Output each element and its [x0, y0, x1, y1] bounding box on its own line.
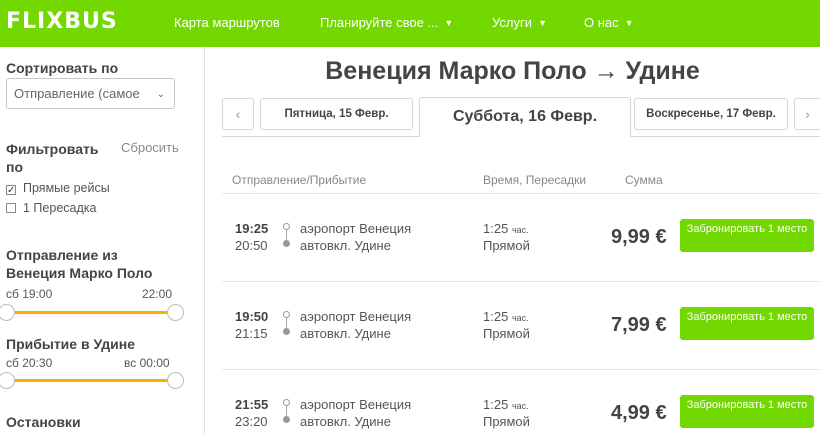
- check-icon: ✓: [7, 185, 16, 196]
- transfer-info: Прямой: [483, 414, 530, 429]
- arrival-station: автовкл. Удине: [300, 326, 391, 341]
- filter-direct[interactable]: ✓ Прямые рейсы: [6, 181, 110, 196]
- route-line: [286, 230, 287, 240]
- date-tab-active-label: Суббота, 16 Февр.: [452, 108, 598, 125]
- arrival-station: автовкл. Удине: [300, 414, 391, 429]
- duration-unit: час.: [511, 313, 529, 323]
- chevron-right-icon: ›: [805, 106, 810, 122]
- nav-route-map-label: Карта маршрутов: [174, 15, 280, 30]
- departure-time: 19:25: [235, 221, 269, 236]
- chevron-down-icon: ▼: [444, 18, 454, 28]
- duration-unit: час.: [511, 401, 529, 411]
- stops-heading: Остановки: [6, 414, 81, 430]
- chevron-left-icon: ‹: [235, 106, 241, 122]
- trip-duration: 1:25 час.: [483, 221, 529, 236]
- nav-plan-trip-label: Планируйте свое ...: [320, 15, 439, 30]
- ride-row[interactable]: 19:25 20:50 аэропорт Венеция автовкл. Уд…: [222, 193, 820, 281]
- date-tab-next-label: Воскресенье, 17 Февр.: [646, 108, 776, 120]
- date-tab-prev-label: Пятница, 15 Февр.: [284, 108, 389, 120]
- arrival-heading: Прибытие в Удине: [6, 336, 136, 352]
- nav-route-map[interactable]: Карта маршрутов: [174, 15, 280, 30]
- checkbox-checked[interactable]: ✓: [6, 185, 16, 196]
- ride-price: 9,99 €: [611, 226, 667, 248]
- transfer-info: Прямой: [483, 238, 530, 253]
- route-start-dot-icon: [283, 311, 290, 318]
- transfer-info: Прямой: [483, 326, 530, 341]
- arrival-station: автовкл. Удине: [300, 238, 391, 253]
- duration-unit: час.: [511, 225, 529, 235]
- page-title: Венеция Марко Поло → Удине: [325, 57, 700, 85]
- book-button[interactable]: Забронировать 1 место: [680, 219, 814, 252]
- arrival-max: вс 00:00: [124, 356, 170, 370]
- route-end-dot-icon: [283, 328, 290, 335]
- route-start-dot-icon: [283, 399, 290, 406]
- ride-row[interactable]: 21:55 23:20 аэропорт Венеция автовкл. Уд…: [222, 369, 820, 435]
- filter-direct-label: Прямые рейсы: [23, 181, 110, 195]
- nav-services[interactable]: Услуги ▼: [492, 15, 547, 30]
- arrival-min: сб 20:30: [6, 356, 53, 370]
- arrival-slider-min-handle[interactable]: [0, 372, 15, 389]
- nav-services-label: Услуги: [492, 15, 532, 30]
- active-tab-gap: [420, 136, 630, 137]
- book-button[interactable]: Забронировать 1 место: [680, 307, 814, 340]
- filter-one-transfer-label: 1 Пересадка: [23, 201, 97, 215]
- nav-plan-trip[interactable]: Планируйте свое ... ▼: [320, 15, 453, 30]
- top-header: FLIXBUS Карта маршрутов Планируйте свое …: [0, 0, 820, 47]
- departure-slider-min-handle[interactable]: [0, 304, 15, 321]
- chevron-down-icon: ⌄: [156, 89, 165, 100]
- chevron-down-icon: ▼: [537, 18, 547, 28]
- reset-filters-link[interactable]: Сбросить: [121, 140, 179, 155]
- filter-one-transfer[interactable]: 1 Пересадка: [6, 201, 96, 215]
- column-header-time: Время, Пересадки: [483, 173, 587, 187]
- flixbus-logo[interactable]: FLIXBUS: [6, 9, 118, 34]
- departure-time: 19:50: [235, 309, 269, 324]
- sort-select[interactable]: Отправление (самое ⌄: [6, 78, 175, 109]
- departure-min: сб 19:00: [6, 287, 53, 301]
- departure-station: аэропорт Венеция: [300, 309, 412, 324]
- departure-slider-track[interactable]: [6, 311, 176, 314]
- book-button[interactable]: Забронировать 1 место: [680, 395, 814, 428]
- arrival-time: 21:15: [235, 326, 268, 341]
- ride-row[interactable]: 19:50 21:15 аэропорт Венеция автовкл. Уд…: [222, 281, 820, 369]
- route-line: [286, 406, 287, 416]
- departure-station: аэропорт Венеция: [300, 397, 412, 412]
- column-header-price: Сумма: [625, 173, 663, 187]
- duration-value: 1:25: [483, 309, 509, 324]
- route-start-dot-icon: [283, 223, 290, 230]
- sort-heading: Сортировать по: [6, 60, 119, 76]
- arrival-slider-track[interactable]: [6, 379, 176, 382]
- checkbox-unchecked[interactable]: [6, 203, 16, 213]
- filter-sidebar: Сортировать по Отправление (самое ⌄ Филь…: [0, 47, 205, 435]
- duration-value: 1:25: [483, 221, 509, 236]
- departure-max: 22:00: [142, 287, 173, 301]
- route-end-dot-icon: [283, 416, 290, 423]
- filter-heading: Фильтровать по: [6, 141, 99, 175]
- route-line: [286, 318, 287, 328]
- nav-about-label: О нас: [584, 15, 619, 30]
- departure-heading: Отправление из Венеция Марко Поло: [6, 247, 153, 281]
- date-tab-next[interactable]: Воскресенье, 17 Февр.: [634, 98, 788, 130]
- departure-station: аэропорт Венеция: [300, 221, 412, 236]
- arrival-slider-max-handle[interactable]: [167, 372, 184, 389]
- trip-duration: 1:25 час.: [483, 309, 529, 324]
- route-end-dot-icon: [283, 240, 290, 247]
- arrival-time: 23:20: [235, 414, 268, 429]
- departure-time: 21:55: [235, 397, 269, 412]
- ride-price: 4,99 €: [611, 402, 667, 424]
- chevron-down-icon: ▼: [624, 18, 634, 28]
- trip-duration: 1:25 час.: [483, 397, 529, 412]
- arrival-time: 20:50: [235, 238, 268, 253]
- date-tab-prev[interactable]: Пятница, 15 Февр.: [260, 98, 413, 130]
- date-tab-active[interactable]: Суббота, 16 Февр.: [419, 97, 631, 136]
- next-date-button[interactable]: ›: [794, 98, 820, 130]
- prev-date-button[interactable]: ‹: [222, 98, 254, 130]
- sort-select-value: Отправление (самое: [14, 86, 140, 101]
- duration-value: 1:25: [483, 397, 509, 412]
- ride-price: 7,99 €: [611, 314, 667, 336]
- departure-slider-max-handle[interactable]: [167, 304, 184, 321]
- nav-about[interactable]: О нас ▼: [584, 15, 634, 30]
- column-header-route: Отправление/Прибытие: [232, 173, 367, 187]
